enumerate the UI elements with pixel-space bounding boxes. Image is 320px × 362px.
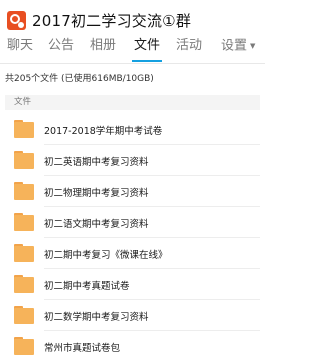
file-name: 2017-2018学年期中考试卷 bbox=[44, 126, 163, 137]
folder-icon bbox=[14, 182, 34, 200]
file-row[interactable]: 初二语文期中考复习资料 bbox=[0, 207, 265, 238]
folder-icon bbox=[14, 213, 34, 231]
tab-bar: 聊天 公告 相册 文件 活动 设置 ▼ bbox=[0, 36, 265, 62]
title-row: 2017初二学习交流①群 bbox=[7, 7, 191, 33]
group-header: 2017初二学习交流①群 聊天 公告 相册 文件 活动 设置 ▼ bbox=[0, 0, 265, 64]
file-name: 初二英语期中考复习资料 bbox=[44, 157, 149, 168]
folder-icon bbox=[14, 306, 34, 324]
tab-notice[interactable]: 公告 bbox=[48, 36, 74, 62]
caret-down-icon: ▼ bbox=[250, 42, 256, 50]
folder-icon bbox=[14, 275, 34, 293]
section-header: 文件 bbox=[5, 95, 260, 110]
tab-chat[interactable]: 聊天 bbox=[7, 36, 33, 62]
folder-icon bbox=[14, 120, 34, 138]
header-divider bbox=[0, 63, 265, 64]
file-name: 初二物理期中考复习资料 bbox=[44, 188, 149, 199]
tab-activity[interactable]: 活动 bbox=[176, 36, 202, 62]
group-title: 2017初二学习交流①群 bbox=[32, 11, 192, 30]
file-row[interactable]: 初二期中考复习《微课在线》 bbox=[0, 238, 265, 269]
file-row[interactable]: 2017-2018学年期中考试卷 bbox=[0, 114, 265, 145]
folder-icon bbox=[14, 337, 34, 355]
tab-settings[interactable]: 设置 ▼ bbox=[221, 36, 255, 62]
folder-icon bbox=[14, 151, 34, 169]
file-name: 常州市真题试卷包 bbox=[44, 343, 121, 354]
group-files-window: 2017初二学习交流①群 聊天 公告 相册 文件 活动 设置 ▼ 共205个文件 … bbox=[0, 0, 265, 362]
file-row[interactable]: 初二期中考真题试卷 bbox=[0, 269, 265, 300]
file-row[interactable]: 初二物理期中考复习资料 bbox=[0, 176, 265, 207]
folder-icon bbox=[14, 244, 34, 262]
tab-files[interactable]: 文件 bbox=[131, 36, 163, 62]
group-avatar-icon[interactable] bbox=[7, 10, 26, 30]
file-name: 初二期中考复习《微课在线》 bbox=[44, 250, 168, 261]
file-row[interactable]: 初二英语期中考复习资料 bbox=[0, 145, 265, 176]
file-name: 初二语文期中考复习资料 bbox=[44, 219, 149, 230]
tab-settings-label: 设置 bbox=[221, 38, 248, 54]
file-name: 初二数学期中考复习资料 bbox=[44, 312, 149, 323]
tab-album[interactable]: 相册 bbox=[90, 36, 116, 62]
file-row[interactable]: 初二数学期中考复习资料 bbox=[0, 300, 265, 331]
file-row[interactable]: 常州市真题试卷包 bbox=[0, 331, 265, 362]
file-name: 初二期中考真题试卷 bbox=[44, 281, 130, 292]
files-summary: 共205个文件 (已使用616MB/10GB) bbox=[5, 74, 154, 84]
